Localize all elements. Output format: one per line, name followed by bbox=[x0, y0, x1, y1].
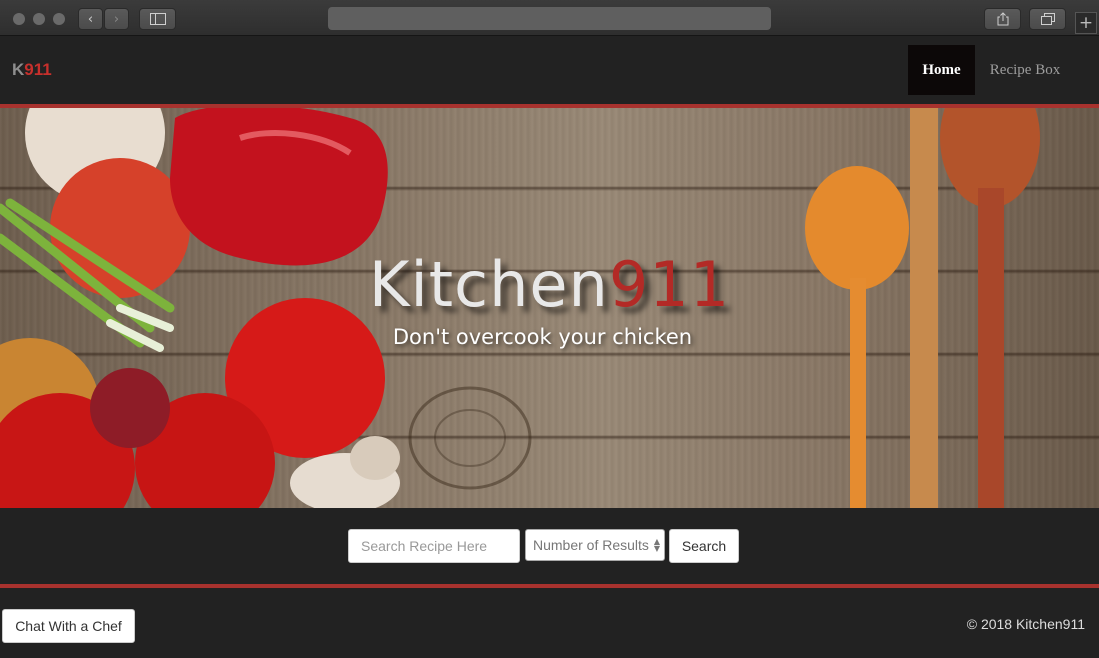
new-tab-button[interactable]: + bbox=[1075, 12, 1097, 34]
chevron-right-icon: › bbox=[113, 11, 120, 27]
nav-item-home[interactable]: Home bbox=[908, 45, 975, 95]
browser-toolbar: ‹ › + bbox=[0, 0, 1099, 36]
footer: Chat With a Chef © 2018 Kitchen911 bbox=[0, 588, 1099, 658]
sidebar-icon bbox=[149, 13, 166, 25]
nav-item-recipe-box[interactable]: Recipe Box bbox=[980, 45, 1070, 95]
sidebar-toggle-button[interactable] bbox=[139, 8, 176, 30]
share-icon bbox=[997, 12, 1008, 26]
chevron-left-icon: ‹ bbox=[87, 11, 94, 27]
minimize-window-dot[interactable] bbox=[33, 13, 45, 25]
copyright-text: © 2018 Kitchen911 bbox=[966, 616, 1085, 632]
address-bar[interactable] bbox=[328, 7, 771, 30]
tabs-icon bbox=[1040, 13, 1055, 25]
number-of-results-select[interactable]: Number of Results ▲ ▼ bbox=[525, 529, 665, 561]
chat-with-chef-button[interactable]: Chat With a Chef bbox=[2, 609, 135, 643]
tabs-overview-button[interactable] bbox=[1029, 8, 1066, 30]
brand-number: 911 bbox=[24, 60, 52, 79]
share-button[interactable] bbox=[984, 8, 1021, 30]
close-window-dot[interactable] bbox=[13, 13, 25, 25]
app-navbar: K911 Home Recipe Box bbox=[0, 36, 1099, 104]
brand-logo[interactable]: K911 bbox=[12, 60, 52, 80]
hero-title: Kitchen911 bbox=[0, 248, 1099, 321]
search-button[interactable]: Search bbox=[669, 529, 739, 563]
results-select-label: Number of Results bbox=[533, 537, 649, 553]
select-arrows-icon: ▲ ▼ bbox=[653, 537, 660, 553]
brand-letter: K bbox=[12, 60, 25, 79]
hero-banner: Kitchen911 Don't overcook your chicken bbox=[0, 108, 1099, 508]
search-form: Number of Results ▲▼ Search bbox=[0, 508, 1099, 584]
hero-title-main: Kitchen bbox=[368, 248, 609, 321]
plus-icon: + bbox=[1078, 13, 1094, 33]
search-recipe-input[interactable] bbox=[348, 529, 520, 563]
back-button[interactable]: ‹ bbox=[78, 8, 103, 30]
hero-subtitle: Don't overcook your chicken bbox=[392, 325, 693, 349]
forward-button[interactable]: › bbox=[104, 8, 129, 30]
hero-title-accent: 911 bbox=[608, 248, 731, 321]
zoom-window-dot[interactable] bbox=[53, 13, 65, 25]
